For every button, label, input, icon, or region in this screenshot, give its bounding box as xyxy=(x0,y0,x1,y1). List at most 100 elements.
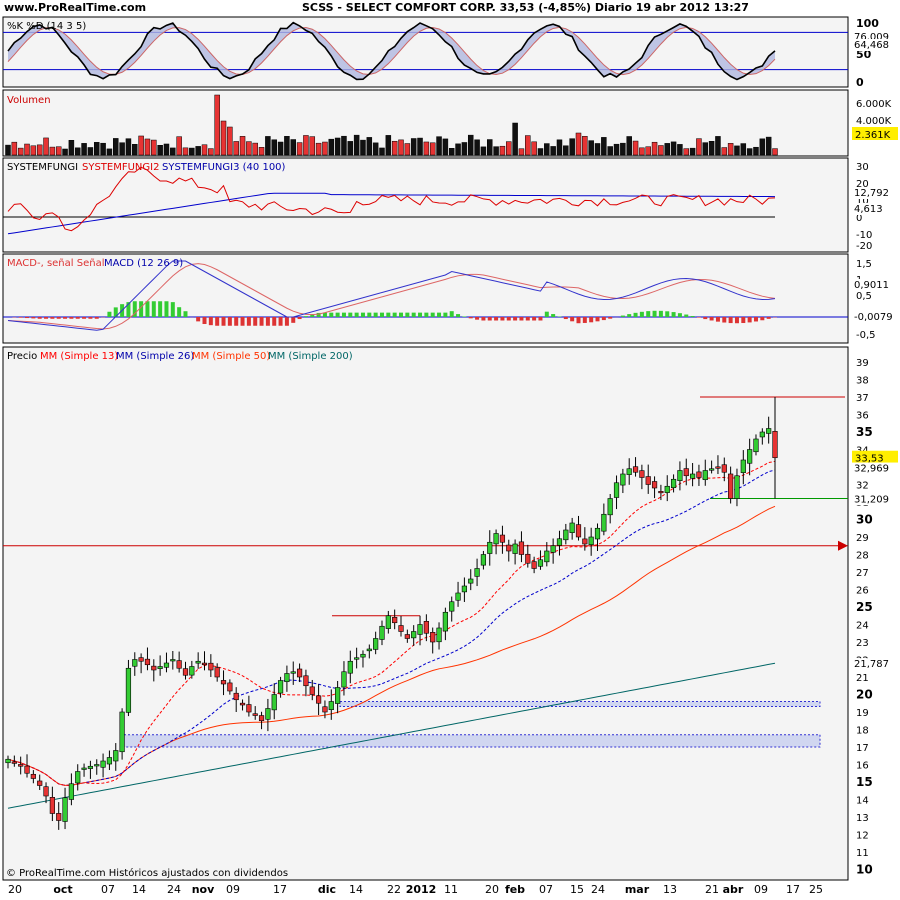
volume-bar xyxy=(49,146,56,156)
volume-bar xyxy=(87,147,94,156)
price-tick: 21 xyxy=(856,673,869,684)
volume-bar xyxy=(506,141,512,156)
candle-body xyxy=(411,631,417,639)
candle-body xyxy=(639,470,645,478)
price-tick: 11 xyxy=(856,848,869,859)
volume-bar xyxy=(512,122,518,156)
candle-body xyxy=(582,538,588,545)
macd-hist-bar xyxy=(335,312,340,317)
macd-hist-bar xyxy=(31,317,36,319)
volume-bar xyxy=(436,136,442,156)
candle-body xyxy=(512,543,518,554)
candle-body xyxy=(138,657,144,662)
volume-bar xyxy=(613,143,620,156)
volume-bar xyxy=(645,146,651,156)
candle-body xyxy=(366,648,372,652)
candle-body xyxy=(480,554,487,566)
volume-bar xyxy=(499,145,506,156)
macd-hist-bar xyxy=(405,312,410,317)
candle-body xyxy=(430,632,436,643)
volume-bar xyxy=(556,139,563,156)
candle-body xyxy=(239,702,246,706)
volume-bar xyxy=(467,134,474,156)
candle-body xyxy=(645,476,651,485)
macd-hist-bar xyxy=(671,312,676,317)
volume-bar xyxy=(17,147,24,156)
macd-hist-bar xyxy=(487,317,492,321)
candle-body xyxy=(258,715,265,722)
macd-hist-bar xyxy=(519,317,524,321)
candle-body xyxy=(436,627,442,643)
candle-body xyxy=(740,459,746,473)
candle-body xyxy=(721,464,727,473)
price-tick: 32 xyxy=(856,481,869,492)
volume-bar xyxy=(328,138,335,156)
volume-bar xyxy=(734,145,740,156)
support-zone xyxy=(339,701,821,707)
price-tick: 37 xyxy=(856,393,869,404)
macd-hist-bar xyxy=(760,317,765,321)
candle-body xyxy=(575,524,582,538)
x-axis-label: 20 xyxy=(485,883,499,896)
volume-bar xyxy=(689,147,696,156)
x-axis-label: 07 xyxy=(101,883,115,896)
macd-hist-bar xyxy=(418,312,423,317)
price-tick: 26 xyxy=(856,586,869,597)
candle-body xyxy=(189,666,195,676)
candle-body xyxy=(392,617,398,624)
macd-hist-bar xyxy=(272,317,277,326)
price-tick: 18 xyxy=(856,726,869,737)
x-axis-label: 21 xyxy=(705,883,719,896)
volume-bar xyxy=(455,143,461,156)
macd-hist-bar xyxy=(221,317,226,326)
candle-body xyxy=(277,680,284,694)
macd-tick: 0,5 xyxy=(856,291,872,302)
macd-hist-bar xyxy=(544,311,549,317)
volume-bar xyxy=(360,139,366,156)
macd-hist-bar xyxy=(652,310,657,317)
fungi-title-b: SYSTEMFUNGI2 xyxy=(82,162,159,173)
candle-body xyxy=(525,553,531,564)
candle-body xyxy=(493,533,499,545)
price-tick: 28 xyxy=(856,551,869,562)
x-axis-label: 17 xyxy=(273,883,287,896)
volume-bar xyxy=(290,139,296,156)
macd-hist-bar xyxy=(690,316,695,317)
candle-body xyxy=(537,559,544,567)
macd-hist-bar xyxy=(424,312,429,317)
volume-bar xyxy=(404,143,411,156)
macd-hist-bar xyxy=(373,312,378,317)
candle-body xyxy=(569,522,575,533)
candle-body xyxy=(125,667,132,713)
price-panel xyxy=(2,346,849,881)
candle-body xyxy=(442,611,448,632)
candle-body xyxy=(474,568,480,577)
candle-body xyxy=(620,473,626,486)
volume-bar xyxy=(11,141,18,156)
volume-bar xyxy=(258,147,265,156)
volume-bar xyxy=(341,135,347,156)
macd-hist-bar xyxy=(278,317,283,326)
macd-hist-bar xyxy=(69,317,74,319)
macd-hist-bar xyxy=(158,301,163,317)
candle-body xyxy=(37,780,43,786)
volume-bar xyxy=(195,146,201,156)
price-tick: 14 xyxy=(856,796,869,807)
macd-hist-bar xyxy=(348,312,353,317)
candle-body xyxy=(246,704,252,713)
volume-bar xyxy=(55,146,62,156)
volume-bar xyxy=(372,142,379,156)
volume-bar xyxy=(525,135,531,156)
volume-bar xyxy=(163,143,170,156)
candle-body xyxy=(379,625,385,640)
candle-body xyxy=(632,466,639,473)
volume-bar xyxy=(5,144,11,156)
fungi-tick: 30 xyxy=(856,162,869,173)
candle-body xyxy=(68,783,74,800)
price-tick: 35 xyxy=(856,425,873,439)
volume-bar xyxy=(106,148,113,156)
x-axis-label: feb xyxy=(505,883,525,896)
macd-hist-bar xyxy=(354,312,359,317)
volume-tick-4000: 4.000K xyxy=(856,116,892,127)
volume-bar xyxy=(208,148,214,156)
